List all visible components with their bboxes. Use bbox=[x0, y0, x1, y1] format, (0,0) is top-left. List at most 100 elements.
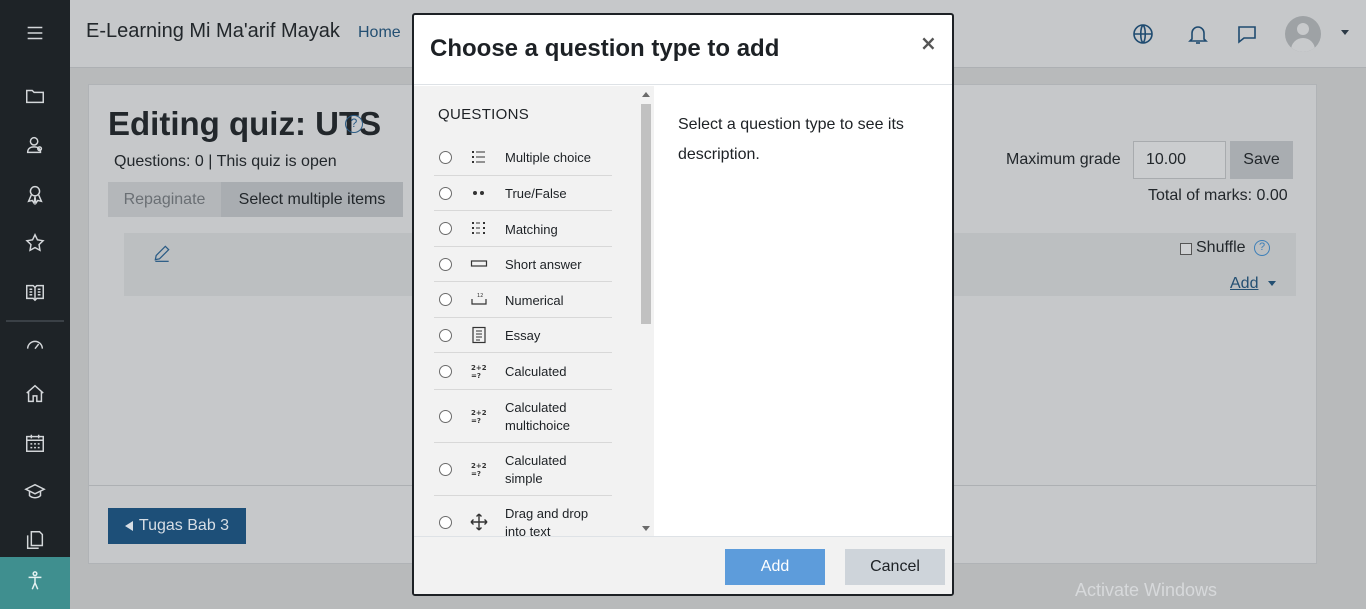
max-grade-input[interactable]: 10.00 bbox=[1133, 141, 1226, 179]
question-type-label: Numerical bbox=[505, 293, 564, 308]
messages-icon[interactable] bbox=[1235, 22, 1259, 46]
book-icon[interactable] bbox=[0, 270, 70, 314]
shuffle-checkbox[interactable] bbox=[1180, 243, 1192, 255]
site-name[interactable]: E-Learning Mi Ma'arif Mayak bbox=[86, 20, 340, 43]
questions-heading: QUESTIONS bbox=[438, 106, 530, 123]
select-multiple-button[interactable]: Select multiple items bbox=[221, 182, 403, 217]
home-link[interactable]: Home bbox=[358, 24, 401, 42]
svg-text:2+2: 2+2 bbox=[471, 364, 487, 372]
svg-text:12: 12 bbox=[477, 293, 483, 299]
radio-button[interactable] bbox=[439, 329, 452, 342]
svg-text:=?: =? bbox=[471, 470, 481, 478]
question-type-list[interactable]: QUESTIONS Multiple choice True/False Mat… bbox=[414, 86, 654, 536]
numerical-icon: 12 bbox=[470, 290, 488, 308]
total-marks: Total of marks: 0.00 bbox=[1148, 187, 1288, 204]
modal-body: QUESTIONS Multiple choice True/False Mat… bbox=[414, 86, 952, 536]
folder-icon[interactable] bbox=[0, 74, 70, 118]
caret-left-icon bbox=[124, 521, 133, 531]
notifications-icon[interactable] bbox=[1186, 22, 1210, 46]
modal-title: Choose a question type to add bbox=[430, 35, 780, 62]
modal-footer: Add Cancel bbox=[414, 536, 952, 594]
add-dropdown-link[interactable]: Add bbox=[1230, 275, 1258, 293]
question-type-option[interactable]: 2+2 =? Calculated multichoice bbox=[434, 390, 612, 443]
close-icon[interactable]: × bbox=[920, 31, 937, 55]
question-type-option[interactable]: Multiple choice bbox=[434, 139, 612, 176]
radio-button[interactable] bbox=[439, 258, 452, 271]
sidebar-divider bbox=[6, 320, 64, 322]
calculated-simple-icon: 2+2 =? bbox=[470, 460, 488, 478]
users-icon[interactable] bbox=[0, 123, 70, 167]
question-type-modal: Choose a question type to add × QUESTION… bbox=[412, 13, 954, 596]
question-type-label: True/False bbox=[505, 186, 567, 201]
files-icon[interactable] bbox=[0, 518, 70, 562]
radio-button[interactable] bbox=[439, 222, 452, 235]
radio-button[interactable] bbox=[439, 151, 452, 164]
question-type-option[interactable]: Essay bbox=[434, 318, 612, 353]
drag-drop-text-icon bbox=[470, 513, 488, 531]
language-icon[interactable] bbox=[1131, 22, 1155, 46]
question-type-label: Calculated bbox=[505, 364, 567, 379]
question-type-label: Short answer bbox=[505, 257, 582, 272]
svg-text:2+2: 2+2 bbox=[471, 409, 487, 417]
scroll-down-icon[interactable] bbox=[642, 526, 650, 531]
menu-icon[interactable] bbox=[0, 11, 70, 55]
accessibility-icon bbox=[24, 570, 46, 596]
scrollbar-thumb[interactable] bbox=[641, 104, 651, 324]
previous-activity-button[interactable]: Tugas Bab 3 bbox=[108, 508, 246, 544]
svg-text:=?: =? bbox=[471, 372, 481, 380]
list-scrollbar[interactable] bbox=[638, 86, 654, 536]
modal-header: Choose a question type to add × bbox=[414, 15, 952, 85]
question-type-description: Select a question type to see its descri… bbox=[678, 116, 904, 163]
multiple-choice-icon bbox=[470, 148, 488, 166]
save-button[interactable]: Save bbox=[1230, 141, 1293, 179]
question-type-label: Multiple choice bbox=[505, 150, 591, 165]
true-false-icon bbox=[470, 184, 488, 202]
question-type-label: Calculated simple bbox=[505, 453, 567, 486]
short-answer-icon bbox=[470, 255, 488, 273]
repaginate-button[interactable]: Repaginate bbox=[108, 182, 221, 217]
chevron-down-icon[interactable] bbox=[1268, 281, 1276, 286]
left-sidebar bbox=[0, 0, 70, 609]
question-type-option[interactable]: Matching bbox=[434, 211, 612, 247]
question-type-option[interactable]: 12 Numerical bbox=[434, 282, 612, 318]
cancel-button[interactable]: Cancel bbox=[845, 549, 945, 585]
calendar-icon[interactable] bbox=[0, 421, 70, 465]
scroll-up-icon[interactable] bbox=[642, 92, 650, 97]
radio-button[interactable] bbox=[439, 410, 452, 423]
home-icon[interactable] bbox=[0, 372, 70, 416]
question-type-option[interactable]: Short answer bbox=[434, 247, 612, 282]
help-icon[interactable]: ? bbox=[345, 115, 363, 133]
matching-icon bbox=[470, 219, 488, 237]
dashboard-icon[interactable] bbox=[0, 323, 70, 367]
essay-icon bbox=[470, 326, 488, 344]
question-type-label: Matching bbox=[505, 222, 558, 237]
calculated-multichoice-icon: 2+2 =? bbox=[470, 407, 488, 425]
calculated-icon: 2+2 =? bbox=[470, 362, 488, 380]
question-type-option[interactable]: 2+2 =? Calculated bbox=[434, 353, 612, 390]
radio-button[interactable] bbox=[439, 463, 452, 476]
shuffle-help-icon[interactable]: ? bbox=[1254, 240, 1270, 256]
page-title: Editing quiz: UTS bbox=[108, 105, 382, 142]
graduation-cap-icon[interactable] bbox=[0, 470, 70, 514]
shuffle-label: Shuffle bbox=[1196, 239, 1246, 256]
star-icon[interactable] bbox=[0, 221, 70, 265]
radio-button[interactable] bbox=[439, 187, 452, 200]
question-type-option[interactable]: 2+2 =? Calculated simple bbox=[434, 443, 612, 496]
svg-text:2+2: 2+2 bbox=[471, 462, 487, 470]
quiz-info: Questions: 0 | This quiz is open bbox=[114, 153, 337, 170]
question-type-option[interactable]: Drag and drop into text bbox=[434, 496, 612, 536]
question-type-label: Essay bbox=[505, 328, 541, 343]
user-avatar[interactable] bbox=[1285, 16, 1321, 52]
radio-button[interactable] bbox=[439, 516, 452, 529]
add-button[interactable]: Add bbox=[725, 549, 825, 585]
badge-icon[interactable] bbox=[0, 172, 70, 216]
question-type-option[interactable]: True/False bbox=[434, 176, 612, 211]
question-type-label: Calculated multichoice bbox=[505, 400, 571, 433]
windows-watermark: Activate Windows bbox=[1075, 580, 1218, 600]
radio-button[interactable] bbox=[439, 365, 452, 378]
previous-activity-label: Tugas Bab 3 bbox=[138, 517, 230, 534]
accessibility-button[interactable] bbox=[0, 557, 70, 609]
chevron-down-icon[interactable] bbox=[1341, 30, 1349, 35]
radio-button[interactable] bbox=[439, 293, 452, 306]
edit-heading-icon[interactable] bbox=[152, 243, 172, 263]
